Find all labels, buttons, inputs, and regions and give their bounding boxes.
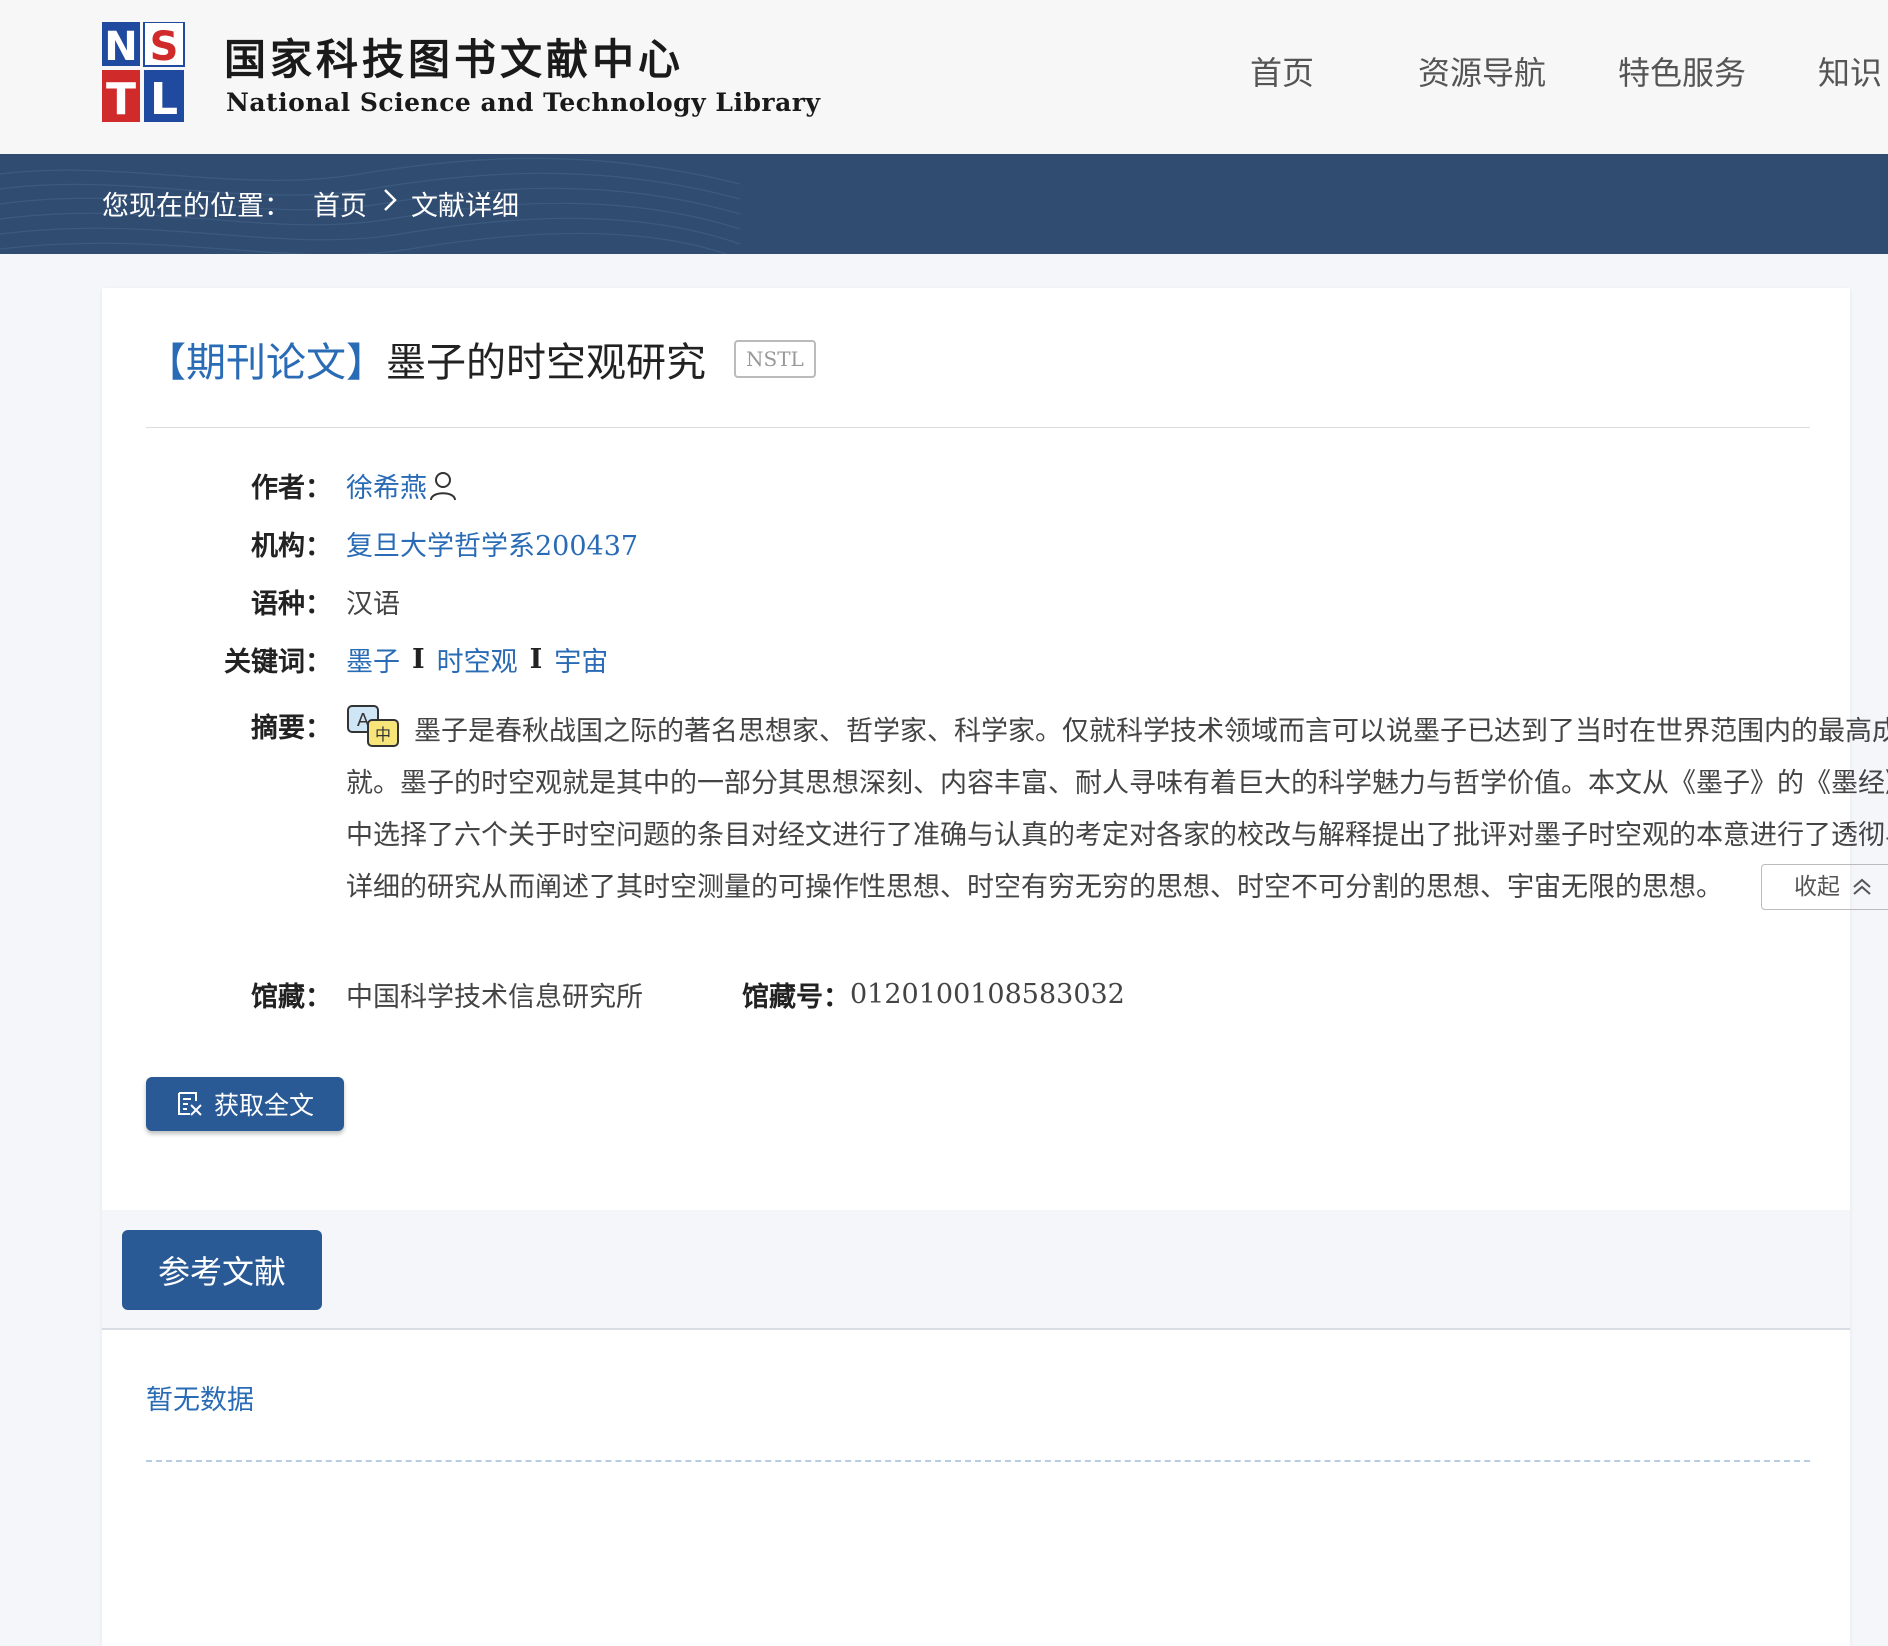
author-link[interactable]: 徐希燕 bbox=[346, 466, 427, 505]
callno-label: 馆藏号： bbox=[742, 982, 850, 1013]
language-field: 语种： 汉语 bbox=[102, 582, 400, 621]
references-divider bbox=[146, 1460, 1810, 1462]
callno-field: 馆藏号： 0120100108583032 bbox=[742, 975, 1125, 1014]
record-card: 【期刊论文】 墨子的时空观研究 NSTL 作者： 徐希燕 机构： 复旦大学哲学系… bbox=[102, 288, 1888, 1646]
author-label: 作者： bbox=[251, 473, 332, 504]
breadcrumb-prefix: 您现在的位置： bbox=[102, 191, 291, 222]
source-badge: NSTL bbox=[734, 340, 816, 378]
translate-icon[interactable]: A 中 bbox=[346, 704, 402, 750]
keyword-link[interactable]: 时空观 bbox=[437, 640, 518, 679]
abstract-text: 墨子是春秋战国之际的著名思想家、哲学家、科学家。仅就科学技术领域而言可以说墨子已… bbox=[346, 716, 1888, 903]
org-label: 机构： bbox=[251, 531, 332, 562]
keywords-label: 关键词： bbox=[224, 647, 332, 678]
nav-services[interactable]: 特色服务 bbox=[1618, 48, 1746, 94]
keyword-link[interactable]: 墨子 bbox=[346, 640, 400, 679]
language-label: 语种： bbox=[251, 589, 332, 620]
keywords-field: 关键词： 墨子 I 时空观 I 宇宙 bbox=[102, 640, 608, 679]
record-title-row: 【期刊论文】 墨子的时空观研究 NSTL bbox=[146, 330, 816, 388]
breadcrumb-band: 您现在的位置： 首页 文献详细 bbox=[0, 154, 1888, 254]
nstl-logo-icon[interactable]: N S T L bbox=[102, 22, 188, 124]
record-title: 墨子的时空观研究 bbox=[386, 340, 706, 386]
site-header: N S T L 国家科技图书文献中心 National Science and … bbox=[0, 0, 1888, 154]
record-type: 【期刊论文】 bbox=[146, 340, 386, 386]
language-value: 汉语 bbox=[346, 589, 400, 620]
references-empty: 暂无数据 bbox=[146, 1385, 254, 1416]
references-header: 参考文献 bbox=[102, 1210, 1850, 1330]
chevron-up-icon bbox=[1853, 878, 1871, 895]
logo-cn-name: 国家科技图书文献中心 bbox=[224, 35, 685, 84]
holding-label: 馆藏： bbox=[251, 982, 332, 1013]
org-field: 机构： 复旦大学哲学系200437 bbox=[102, 524, 638, 563]
collapse-label: 收起 bbox=[1794, 873, 1840, 900]
logo-letter-l: L bbox=[150, 74, 178, 124]
holding-field: 馆藏： 中国科学技术信息研究所 bbox=[102, 975, 643, 1014]
svg-text:中: 中 bbox=[375, 725, 391, 744]
collapse-button[interactable]: 收起 bbox=[1761, 863, 1888, 910]
breadcrumb-home[interactable]: 首页 bbox=[313, 184, 367, 223]
keyword-separator: I bbox=[412, 644, 425, 675]
author-field: 作者： 徐希燕 bbox=[102, 466, 457, 505]
chevron-right-icon bbox=[383, 188, 397, 219]
keyword-link[interactable]: 宇宙 bbox=[554, 640, 608, 679]
nav-home[interactable]: 首页 bbox=[1250, 48, 1314, 94]
org-link[interactable]: 复旦大学哲学系200437 bbox=[346, 524, 638, 563]
abstract-label-wrap: 摘要： bbox=[102, 706, 332, 745]
document-icon bbox=[177, 1092, 202, 1116]
person-icon[interactable] bbox=[429, 470, 457, 502]
breadcrumb: 您现在的位置： 首页 文献详细 bbox=[102, 184, 519, 223]
abstract-block: A 中 墨子是春秋战国之际的著名思想家、哲学家、科学家。仅就科学技术领域而言可以… bbox=[346, 704, 1888, 914]
abstract-label: 摘要： bbox=[251, 713, 332, 744]
callno-value: 0120100108583032 bbox=[850, 979, 1125, 1010]
nav-knowledge[interactable]: 知识 bbox=[1818, 48, 1882, 94]
tab-references[interactable]: 参考文献 bbox=[122, 1230, 322, 1310]
holding-value: 中国科学技术信息研究所 bbox=[346, 982, 643, 1013]
logo-letter-s: S bbox=[150, 24, 179, 70]
nav-resources[interactable]: 资源导航 bbox=[1418, 48, 1546, 94]
get-fulltext-button[interactable]: 获取全文 bbox=[146, 1077, 344, 1131]
logo-en-name: National Science and Technology Library bbox=[226, 88, 821, 117]
title-divider bbox=[146, 427, 1810, 428]
logo-letter-n: N bbox=[104, 24, 137, 70]
breadcrumb-current: 文献详细 bbox=[411, 191, 519, 222]
logo-letter-t: T bbox=[106, 74, 136, 124]
get-fulltext-label: 获取全文 bbox=[213, 1091, 314, 1120]
keyword-separator: I bbox=[529, 644, 543, 675]
